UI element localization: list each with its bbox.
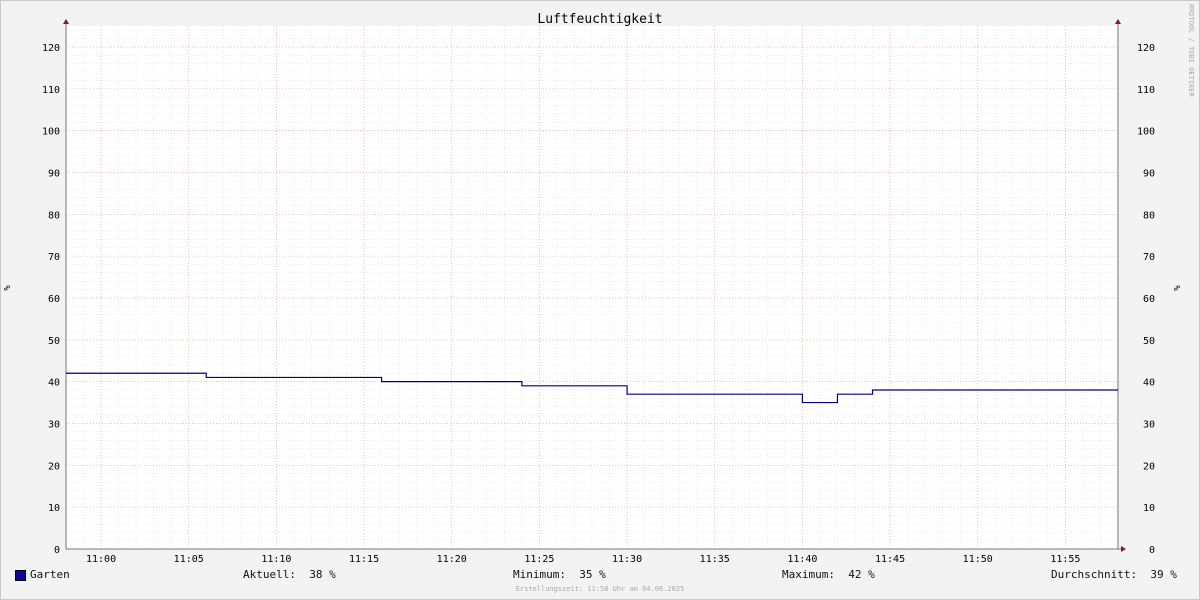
legend-series-name: Garten bbox=[30, 568, 70, 581]
y-axis-label-right: % bbox=[1173, 285, 1183, 291]
y-tick-label-right: 60 bbox=[1143, 294, 1155, 305]
y-tick-label-right: 70 bbox=[1143, 252, 1155, 263]
y-axis-label-left: % bbox=[3, 285, 13, 291]
rrdtool-watermark: RRDTOOL / TOBI OETIKER bbox=[1187, 4, 1195, 97]
y-tick-label-right: 110 bbox=[1137, 85, 1155, 96]
y-tick-labels-left: 0 10 20 30 40 50 60 70 80 90 100 110 120 bbox=[42, 43, 60, 556]
x-tick-label: 11:00 bbox=[86, 554, 116, 565]
y-tick-label-left: 100 bbox=[42, 127, 60, 138]
y-axis-arrow-right bbox=[1115, 19, 1121, 24]
y-tick-label-left: 110 bbox=[42, 85, 60, 96]
y-tick-label-right: 80 bbox=[1143, 210, 1155, 221]
y-tick-label-left: 20 bbox=[48, 461, 60, 472]
y-tick-label-right: 90 bbox=[1143, 168, 1155, 179]
legend-durchschnitt: Durchschnitt: 39 % bbox=[1051, 568, 1177, 581]
x-tick-label: 11:10 bbox=[261, 554, 291, 565]
x-tick-label: 11:05 bbox=[174, 554, 204, 565]
y-tick-label-right: 0 bbox=[1149, 545, 1155, 556]
legend-minimum: Minimum: 35 % bbox=[513, 568, 606, 581]
minor-grid bbox=[65, 26, 1119, 550]
x-tick-label: 11:40 bbox=[787, 554, 817, 565]
y-tick-label-right: 40 bbox=[1143, 378, 1155, 389]
x-tick-labels: 11:00 11:05 11:10 11:15 11:20 11:25 11:30 11:35… bbox=[86, 554, 1080, 565]
y-tick-label-left: 50 bbox=[48, 336, 60, 347]
y-tick-label-left: 40 bbox=[48, 378, 60, 389]
y-tick-label-left: 60 bbox=[48, 294, 60, 305]
y-tick-label-right: 50 bbox=[1143, 336, 1155, 347]
legend: Garten Aktuell: 38 % Minimum: 35 % Maxim… bbox=[0, 568, 1200, 584]
y-tick-label-left: 70 bbox=[48, 252, 60, 263]
y-tick-label-right: 10 bbox=[1143, 503, 1155, 514]
y-tick-labels-right: 0 10 20 30 40 50 60 70 80 90 100 110 120 bbox=[1137, 43, 1155, 556]
y-tick-label-left: 10 bbox=[48, 503, 60, 514]
x-axis-arrow bbox=[1121, 546, 1126, 552]
x-tick-label: 11:50 bbox=[963, 554, 993, 565]
y-tick-label-left: 80 bbox=[48, 210, 60, 221]
x-tick-label: 11:35 bbox=[700, 554, 730, 565]
y-tick-label-left: 90 bbox=[48, 168, 60, 179]
y-tick-label-left: 0 bbox=[54, 545, 60, 556]
y-tick-label-left: 30 bbox=[48, 419, 60, 430]
legend-aktuell: Aktuell: 38 % bbox=[243, 568, 336, 581]
legend-swatch bbox=[15, 570, 26, 581]
y-tick-label-right: 120 bbox=[1137, 43, 1155, 54]
legend-maximum: Maximum: 42 % bbox=[782, 568, 875, 581]
x-tick-label: 11:55 bbox=[1050, 554, 1080, 565]
chart-title: Luftfeuchtigkeit bbox=[537, 12, 662, 27]
y-tick-label-right: 30 bbox=[1143, 419, 1155, 430]
y-tick-label-right: 100 bbox=[1137, 127, 1155, 138]
x-tick-label: 11:30 bbox=[612, 554, 642, 565]
y-axis-arrow-left bbox=[63, 19, 69, 24]
x-tick-label: 11:15 bbox=[349, 554, 379, 565]
x-tick-label: 11:25 bbox=[524, 554, 554, 565]
y-tick-label-left: 120 bbox=[42, 43, 60, 54]
y-tick-label-right: 20 bbox=[1143, 461, 1155, 472]
humidity-chart: 0 10 20 30 40 50 60 70 80 90 100 110 120 0 10 20 30 40 50… bbox=[3, 12, 1183, 565]
x-tick-label: 11:45 bbox=[875, 554, 905, 565]
x-tick-label: 11:20 bbox=[437, 554, 467, 565]
footer-timestamp: Erstellungszeit: 11:58 Uhr am 04.06.2025 bbox=[515, 585, 685, 593]
